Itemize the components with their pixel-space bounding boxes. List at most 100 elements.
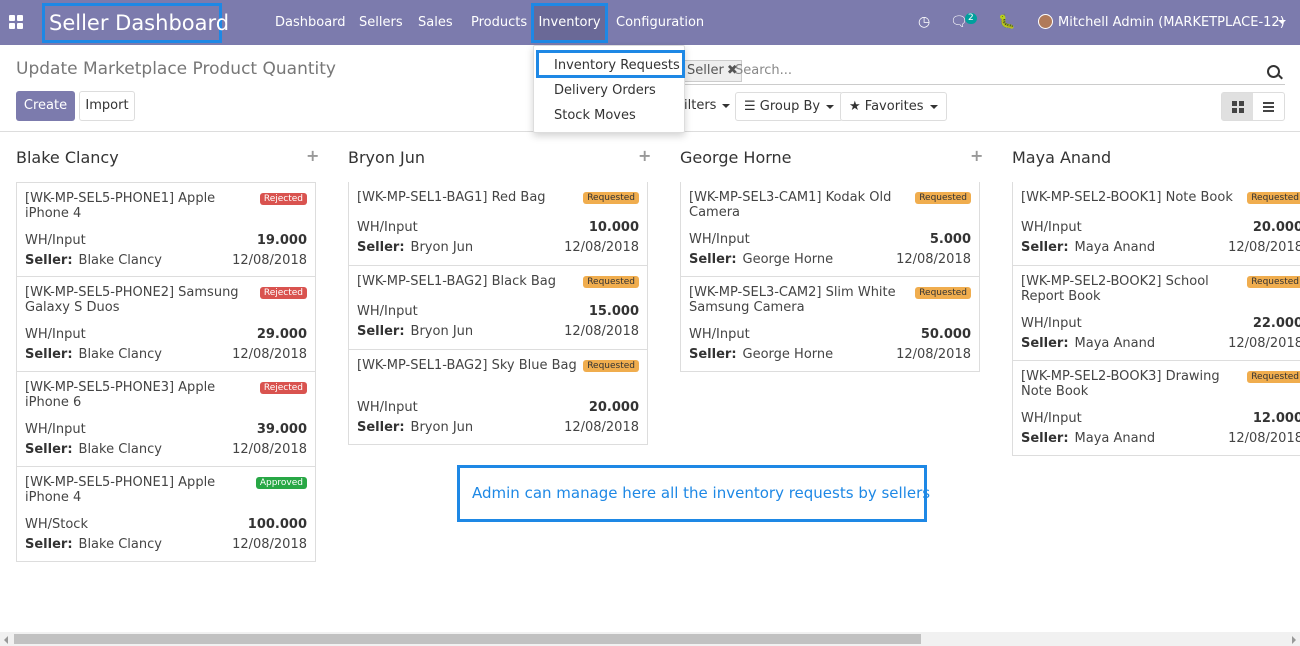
seller-name: Maya Anand bbox=[1074, 336, 1156, 351]
request-date: 12/08/2018 bbox=[564, 240, 639, 255]
search-input[interactable]: Search... bbox=[735, 63, 792, 78]
search-bar[interactable]: Seller ✖ Search... bbox=[683, 58, 1285, 85]
seller-line: Seller: Blake Clancy bbox=[25, 537, 162, 552]
request-card[interactable]: [WK-MP-SEL1-BAG1] Red Bag Requested WH/Inp… bbox=[348, 182, 648, 266]
dropdown-item-delivery-orders[interactable]: Delivery Orders bbox=[554, 83, 656, 98]
dropdown-item-stock-moves[interactable]: Stock Moves bbox=[554, 108, 636, 123]
apps-menu-icon[interactable] bbox=[9, 15, 23, 29]
location: WH/Input bbox=[689, 232, 750, 247]
page-title: Update Marketplace Product Quantity bbox=[16, 59, 336, 79]
product-name: [WK-MP-SEL1-BAG1] Red Bag bbox=[357, 190, 546, 205]
scroll-right-icon[interactable] bbox=[1292, 636, 1296, 644]
user-avatar[interactable] bbox=[1038, 14, 1053, 29]
search-icon[interactable] bbox=[1267, 65, 1280, 78]
location: WH/Input bbox=[25, 422, 86, 437]
import-button[interactable]: Import bbox=[79, 91, 135, 121]
app-brand[interactable]: Seller Dashboard bbox=[42, 3, 229, 43]
request-card[interactable]: [WK-MP-SEL1-BAG2] Black Bag Requested WH/I… bbox=[348, 266, 648, 350]
seller-label: Seller: bbox=[25, 253, 73, 268]
add-card-icon[interactable]: + bbox=[638, 146, 651, 165]
column-title: Blake Clancy bbox=[16, 148, 119, 167]
product-name: [WK-MP-SEL1-BAG2] Black Bag bbox=[357, 274, 557, 289]
seller-name: Maya Anand bbox=[1074, 240, 1156, 255]
seller-line: Seller: Bryon Jun bbox=[357, 240, 473, 255]
menu-sales[interactable]: Sales bbox=[418, 0, 453, 45]
seller-line: Seller: Blake Clancy bbox=[25, 253, 162, 268]
location: WH/Input bbox=[1021, 411, 1082, 426]
location: WH/Input bbox=[25, 233, 86, 248]
scroll-thumb[interactable] bbox=[14, 634, 921, 644]
seller-line: Seller: Blake Clancy bbox=[25, 347, 162, 362]
dropdown-item-inventory-requests[interactable]: Inventory Requests bbox=[554, 58, 680, 73]
location: WH/Input bbox=[357, 400, 418, 415]
product-name: [WK-MP-SEL2-BOOK2] School Report Book bbox=[1021, 274, 1209, 304]
star-icon: ★ bbox=[849, 99, 861, 114]
activity-clock-icon[interactable]: ◷ bbox=[918, 14, 930, 30]
quantity: 50.000 bbox=[920, 327, 971, 342]
create-button[interactable]: Create bbox=[16, 91, 75, 121]
status-badge: Requested bbox=[583, 192, 639, 204]
menu-products[interactable]: Products bbox=[471, 0, 527, 45]
request-card[interactable]: [WK-MP-SEL3-CAM2] Slim White Samsung Cam… bbox=[680, 277, 980, 372]
request-date: 12/08/2018 bbox=[896, 347, 971, 362]
group-by-label: Group By bbox=[759, 99, 821, 114]
request-card[interactable]: [WK-MP-SEL5-PHONE3] Apple iPhone 6 Reject… bbox=[16, 372, 316, 467]
status-badge: Requested bbox=[915, 192, 971, 204]
add-card-icon[interactable]: + bbox=[306, 146, 319, 165]
seller-name: Bryon Jun bbox=[410, 324, 474, 339]
request-card[interactable]: [WK-MP-SEL5-PHONE2] Samsung Galaxy S Duo… bbox=[16, 277, 316, 372]
request-card[interactable]: [WK-MP-SEL5-PHONE1] Apple iPhone 4 Approv… bbox=[16, 467, 316, 562]
product-name: [WK-MP-SEL5-PHONE3] Apple iPhone 6 bbox=[25, 380, 216, 410]
seller-label: Seller: bbox=[357, 240, 405, 255]
product-name: [WK-MP-SEL2-BOOK1] Note Book bbox=[1021, 190, 1233, 205]
seller-name: George Horne bbox=[742, 252, 834, 267]
seller-line: Seller: Blake Clancy bbox=[25, 442, 162, 457]
request-card[interactable]: [WK-MP-SEL5-PHONE1] Apple iPhone 4 Reject… bbox=[16, 182, 316, 277]
product-name: [WK-MP-SEL3-CAM2] Slim White Samsung Cam… bbox=[689, 285, 896, 315]
menu-inventory[interactable]: Inventory bbox=[531, 3, 608, 43]
column-title: Maya Anand bbox=[1012, 148, 1112, 167]
annotation-callout: Admin can manage here all the inventory … bbox=[457, 465, 930, 522]
add-card-icon[interactable]: + bbox=[970, 146, 983, 165]
inventory-dropdown: Inventory Requests Delivery Orders Stock… bbox=[533, 45, 685, 133]
status-badge: Requested bbox=[915, 287, 971, 299]
list-view-button[interactable] bbox=[1253, 93, 1284, 120]
horizontal-scrollbar[interactable] bbox=[0, 632, 1300, 646]
product-name: [WK-MP-SEL2-BOOK3] Drawing Note Book bbox=[1021, 369, 1220, 399]
quantity: 29.000 bbox=[256, 327, 307, 342]
request-card[interactable]: [WK-MP-SEL3-CAM1] Kodak Old Camera Reques… bbox=[680, 182, 980, 277]
location: WH/Input bbox=[357, 304, 418, 319]
quantity: 12.000 bbox=[1252, 411, 1300, 426]
favorites-button[interactable]: ★ Favorites bbox=[840, 92, 947, 121]
seller-label: Seller: bbox=[25, 442, 73, 457]
debug-bug-icon[interactable]: 🐛 bbox=[998, 14, 1015, 30]
group-by-button[interactable]: ☰ Group By bbox=[735, 92, 844, 121]
seller-label: Seller: bbox=[25, 347, 73, 362]
request-card[interactable]: [WK-MP-SEL1-BAG2] Sky Blue Bag Requested W… bbox=[348, 350, 648, 445]
kanban-view-button[interactable] bbox=[1222, 93, 1253, 120]
status-badge: Requested bbox=[1247, 371, 1300, 383]
request-date: 12/08/2018 bbox=[232, 537, 307, 552]
status-badge: Rejected bbox=[259, 382, 307, 394]
status-badge: Approved bbox=[255, 477, 307, 489]
seller-name: Maya Anand bbox=[1074, 431, 1156, 446]
location: WH/Input bbox=[25, 327, 86, 342]
request-card[interactable]: [WK-MP-SEL2-BOOK3] Drawing Note Book Requ… bbox=[1012, 361, 1300, 456]
seller-name: Blake Clancy bbox=[78, 442, 162, 457]
seller-line: Seller: George Horne bbox=[689, 252, 833, 267]
user-menu[interactable]: Mitchell Admin (MARKETPLACE-12) bbox=[1058, 0, 1285, 45]
menu-dashboard[interactable]: Dashboard bbox=[275, 0, 346, 45]
quantity: 5.000 bbox=[929, 232, 971, 247]
seller-line: Seller: Maya Anand bbox=[1021, 336, 1155, 351]
seller-line: Seller: George Horne bbox=[689, 347, 833, 362]
seller-name: Blake Clancy bbox=[78, 347, 162, 362]
request-card[interactable]: [WK-MP-SEL2-BOOK2] School Report Book Req… bbox=[1012, 266, 1300, 361]
location: WH/Stock bbox=[25, 517, 88, 532]
scroll-left-icon[interactable] bbox=[4, 636, 8, 644]
menu-configuration[interactable]: Configuration bbox=[616, 0, 704, 45]
menu-sellers[interactable]: Sellers bbox=[359, 0, 403, 45]
user-caret-icon[interactable] bbox=[1278, 20, 1286, 24]
filters-button[interactable]: ilters bbox=[684, 92, 731, 121]
search-facet[interactable]: Seller ✖ bbox=[683, 60, 742, 82]
request-card[interactable]: [WK-MP-SEL2-BOOK1] Note Book Requested WH/… bbox=[1012, 182, 1300, 266]
